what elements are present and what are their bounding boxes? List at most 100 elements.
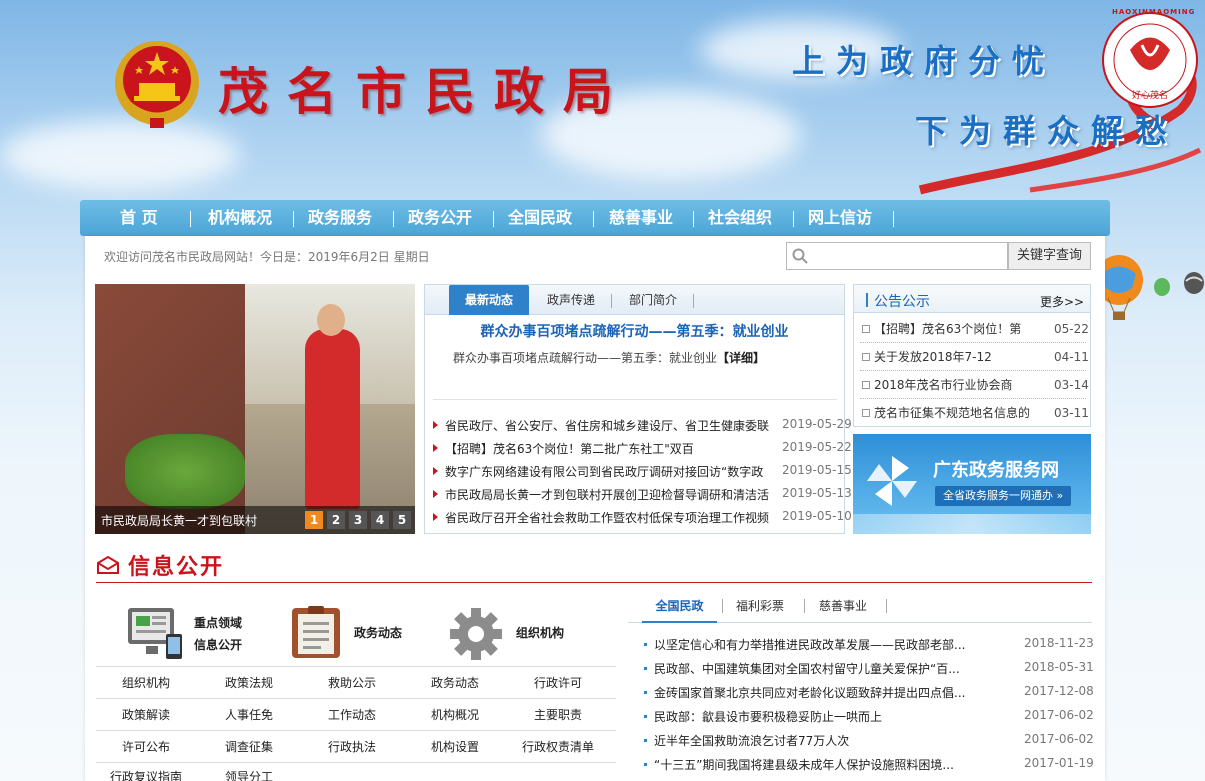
notice-box: 公告公示 更多>> 【招聘】茂名63个岗位！第 05-22 关于发放2018年7-… <box>853 284 1091 427</box>
key-area-info-block[interactable]: 重点领域 信息公开 <box>126 604 286 664</box>
notice-item[interactable]: 关于发放2018年7-12 04-11 <box>860 343 1089 371</box>
notice-item-title: 2018年茂名市行业协会商 <box>874 378 1013 392</box>
news-date: 2019-05-22 <box>782 440 852 454</box>
info-link[interactable]: 主要职责 <box>508 706 608 723</box>
info-link[interactable]: 工作动态 <box>302 706 402 723</box>
tab-charity[interactable]: 慈善事业 <box>819 593 867 623</box>
national-news-item[interactable]: 民政部：歙县设市要积极稳妥防止一哄而上 2017-06-02 <box>644 708 1094 728</box>
nav-divider <box>793 211 794 227</box>
info-link[interactable]: 行政执法 <box>302 738 402 755</box>
notice-header: 公告公示 更多>> <box>854 285 1090 313</box>
info-link[interactable]: 政策解读 <box>96 706 196 723</box>
nav-item-online-petition[interactable]: 网上信访 <box>808 200 872 236</box>
org-structure-block[interactable]: 组织机构 <box>448 604 598 664</box>
nav-item-gov-affairs[interactable]: 政务公开 <box>408 200 472 236</box>
news-list-item[interactable]: 省民政厅召开全省社会救助工作暨农村低保专项治理工作视频 2019-05-10 <box>433 509 852 529</box>
gd-banner-title: 广东政务服务网 <box>933 460 1059 481</box>
nav-item-org-overview[interactable]: 机构概况 <box>208 200 272 236</box>
site-header: 茂名市民政局 上为政府分忧 下为群众解愁 HAOXINMAOMING 好心茂名 <box>0 0 1205 195</box>
notice-more-link[interactable]: 更多>> <box>1040 293 1084 310</box>
slide-page-2[interactable]: 2 <box>327 511 345 529</box>
nav-item-national-civil[interactable]: 全国民政 <box>508 200 572 236</box>
info-link[interactable]: 行政复议指南 <box>96 768 196 781</box>
info-link[interactable]: 人事任免 <box>199 706 299 723</box>
info-link[interactable]: 机构概况 <box>405 706 505 723</box>
slide-page-1[interactable]: 1 <box>305 511 323 529</box>
nav-divider <box>190 211 191 227</box>
search-button[interactable]: 关键字查询 <box>1008 242 1091 270</box>
notice-item[interactable]: 茂名市征集不规范地名信息的 03-11 <box>860 399 1089 427</box>
nav-item-charity[interactable]: 慈善事业 <box>609 200 673 236</box>
main-nav: 首 页 机构概况 政务服务 政务公开 全国民政 慈善事业 社会组织 网上信访 <box>80 200 1110 236</box>
info-link[interactable]: 政策法规 <box>199 674 299 691</box>
notice-item-date: 05-22 <box>1054 322 1089 336</box>
lead-more-link[interactable]: 【详细】 <box>717 351 765 365</box>
national-news-item[interactable]: 金砖国家首聚北京共同应对老龄化议题致辞并提出四点倡... 2017-12-08 <box>644 684 1094 704</box>
pinwheel-logo-icon <box>867 456 917 506</box>
notice-bullet-icon <box>862 353 870 361</box>
slide-page-5[interactable]: 5 <box>393 511 411 529</box>
nav-item-gov-services[interactable]: 政务服务 <box>308 200 372 236</box>
info-link[interactable]: 政务动态 <box>405 674 505 691</box>
nav-item-home[interactable]: 首 页 <box>120 200 158 236</box>
slogan-bottom: 下为群众解愁 <box>915 112 1180 150</box>
logo-ring-text: HAOXINMAOMING <box>1112 8 1196 16</box>
slide-page-3[interactable]: 3 <box>349 511 367 529</box>
info-link[interactable]: 行政许可 <box>508 674 608 691</box>
gov-news-block[interactable]: 政务动态 <box>290 604 440 664</box>
grid-divider <box>96 730 616 731</box>
bullet-arrow-icon <box>433 513 438 521</box>
news-date: 2019-05-13 <box>782 486 852 500</box>
news-title: 金砖国家首聚北京共同应对老龄化议题致辞并提出四点倡... <box>654 686 966 700</box>
nav-item-social-org[interactable]: 社会组织 <box>708 200 772 236</box>
notice-item-title: 茂名市征集不规范地名信息的 <box>874 406 1031 420</box>
national-news-item[interactable]: 以坚定信心和有力举措推进民政改革发展——民政部老部... 2018-11-23 <box>644 636 1094 656</box>
tab-divider <box>611 294 612 308</box>
news-list-item[interactable]: 数字广东网络建设有限公司到省民政厅调研对接回访“数字政 2019-05-15 <box>433 463 852 483</box>
grid-divider <box>96 762 616 763</box>
news-slideshow[interactable]: 市民政局局长黄一才到包联村 1 2 3 4 5 <box>95 284 415 534</box>
news-list-item[interactable]: 省民政厅、省公安厅、省住房和城乡建设厅、省卫生健康委联 2019-05-29 <box>433 417 852 437</box>
news-date: 2017-06-02 <box>1024 732 1094 746</box>
info-section-header: 信息公开 <box>96 545 256 585</box>
info-link[interactable]: 行政权责清单 <box>508 738 608 755</box>
info-link[interactable]: 调查征集 <box>199 738 299 755</box>
nav-divider <box>293 211 294 227</box>
bullet-arrow-icon <box>433 490 438 498</box>
news-date: 2019-05-29 <box>782 417 852 431</box>
lead-news-title[interactable]: 群众办事百项堵点疏解行动——第五季：就业创业 <box>425 321 844 341</box>
nav-divider <box>593 211 594 227</box>
tab-national-civil[interactable]: 全国民政 <box>642 593 717 623</box>
grid-divider <box>96 698 616 699</box>
notice-item[interactable]: 【招聘】茂名63个岗位！第 05-22 <box>860 315 1089 343</box>
national-news-item[interactable]: 近半年全国救助流浪乞讨者77万人次 2017-06-02 <box>644 732 1094 752</box>
bullet-dot-icon <box>644 667 647 670</box>
bullet-arrow-icon <box>433 444 438 452</box>
notice-item[interactable]: 2018年茂名市行业协会商 03-14 <box>860 371 1089 399</box>
news-list-item[interactable]: 市民政局局长黄一才到包联村开展创卫迎检督导调研和清洁活 2019-05-13 <box>433 486 852 506</box>
news-title: 【招聘】茂名63个岗位！第二批广东社工"双百 <box>445 442 694 456</box>
gd-gov-service-banner[interactable]: 广东政务服务网 全省政务服务一网通办 » <box>853 434 1091 534</box>
tab-welfare-lottery[interactable]: 福利彩票 <box>736 593 784 623</box>
info-link[interactable]: 许可公布 <box>96 738 196 755</box>
site-title: 茂名市民政局 <box>218 62 632 121</box>
search-field[interactable] <box>786 242 1008 270</box>
national-news-item[interactable]: 民政部、中国建筑集团对全国农村留守儿童关爱保护“百... 2018-05-31 <box>644 660 1094 680</box>
info-link[interactable]: 机构设置 <box>405 738 505 755</box>
search-input[interactable] <box>813 245 1003 267</box>
national-news-item[interactable]: “十三五”期间我国将建县级未成年人保护设施照料困境... 2017-01-19 <box>644 756 1094 776</box>
news-date: 2019-05-10 <box>782 509 852 523</box>
slide-page-4[interactable]: 4 <box>371 511 389 529</box>
news-list-item[interactable]: 【招聘】茂名63个岗位！第二批广东社工"双百 2019-05-22 <box>433 440 852 460</box>
info-link[interactable]: 组织机构 <box>96 674 196 691</box>
tab-latest-news[interactable]: 最新动态 <box>449 285 529 315</box>
info-link[interactable]: 领导分工 <box>199 768 299 781</box>
national-emblem-icon <box>115 41 199 128</box>
clipboard-icon <box>292 606 340 658</box>
grid-divider <box>96 666 616 667</box>
tab-dept-intro[interactable]: 部门简介 <box>629 285 677 315</box>
bullet-dot-icon <box>644 739 647 742</box>
tab-policy-voice[interactable]: 政声传递 <box>547 285 595 315</box>
info-link[interactable]: 救助公示 <box>302 674 402 691</box>
tab-divider <box>722 599 723 613</box>
